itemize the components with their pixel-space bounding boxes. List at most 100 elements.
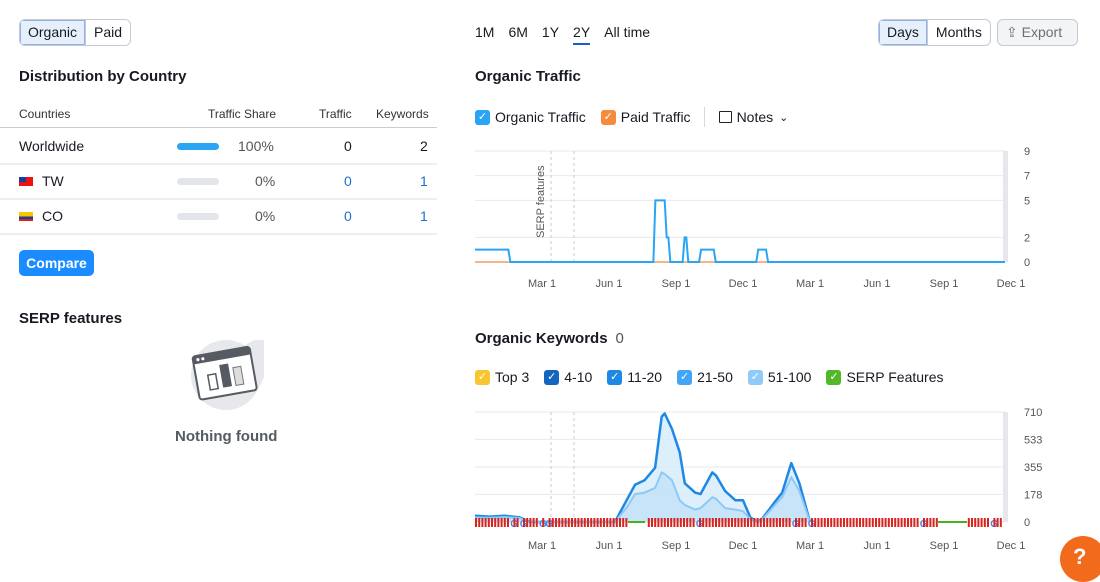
x-tick-label: Mar 1 (528, 540, 556, 552)
serp-feature-marker (833, 518, 836, 527)
serp-feature-marker (699, 518, 701, 527)
serp-feature-marker (865, 518, 868, 527)
serp-feature-marker (843, 518, 845, 527)
serp-feature-marker (532, 518, 535, 527)
serp-feature-marker (615, 518, 618, 527)
serp-feature-marker (868, 518, 871, 527)
serp-feature-marker (590, 518, 593, 527)
serp-feature-marker (593, 518, 596, 527)
serp-feature-marker (823, 518, 826, 527)
serp-feature-marker (916, 518, 919, 527)
serp-feature-marker (574, 518, 577, 527)
serp-feature-marker (516, 518, 519, 527)
serp-feature-marker (657, 518, 660, 527)
serp-feature-marker (500, 518, 503, 527)
serp-feature-marker (731, 518, 733, 527)
serp-feature-marker (708, 518, 711, 527)
serp-feature-marker (724, 518, 727, 527)
serp-feature-marker (692, 518, 695, 527)
serp-feature-marker (974, 518, 977, 527)
serp-feature-marker (884, 518, 887, 527)
serp-feature-marker (727, 518, 730, 527)
serp-feature-marker (785, 518, 788, 527)
serp-feature-marker (855, 518, 858, 527)
serp-feature-marker (673, 518, 676, 527)
serp-feature-marker (503, 518, 506, 527)
serp-feature-marker (923, 518, 925, 527)
serp-feature-marker (548, 518, 551, 527)
x-tick-label: Jun 1 (596, 540, 623, 552)
serp-feature-marker (766, 518, 769, 527)
serp-feature-marker (551, 518, 554, 527)
serp-feature-marker (926, 518, 929, 527)
serp-feature-marker (497, 518, 500, 527)
serp-feature-marker (900, 518, 903, 527)
serp-feature-marker (487, 518, 490, 527)
serp-feature-marker (859, 518, 861, 527)
x-tick-label: Dec 1 (997, 540, 1026, 552)
serp-feature-marker (996, 518, 999, 527)
serp-feature-marker (571, 518, 573, 527)
serp-feature-marker (529, 518, 532, 527)
serp-feature-marker (747, 518, 749, 527)
serp-feature-marker (887, 518, 890, 527)
serp-feature-marker (830, 518, 833, 527)
serp-feature-marker (542, 518, 545, 527)
question-icon: ? (1073, 544, 1087, 569)
serp-feature-marker (971, 518, 973, 527)
serp-feature-marker (849, 518, 852, 527)
serp-feature-marker (663, 518, 666, 527)
serp-feature-marker (798, 518, 801, 527)
serp-feature-marker (481, 518, 484, 527)
serp-feature-marker (603, 518, 605, 527)
serp-feature-marker (788, 518, 791, 527)
serp-feature-marker (871, 518, 874, 527)
serp-feature-marker (836, 518, 839, 527)
serp-feature-marker (660, 518, 663, 527)
organic-keywords-chart: 0 178 355 533 710 Mar 1 Jun 1 Sep 1 Dec 1 Mar 1 Ju… (474, 407, 1042, 552)
serp-feature-marker (647, 518, 650, 527)
serp-feature-marker (491, 518, 493, 527)
serp-feature-marker (891, 518, 893, 527)
serp-feature-marker (775, 518, 778, 527)
serp-feature-marker (606, 518, 609, 527)
serp-feature-marker (987, 518, 989, 527)
serp-feature-marker (811, 518, 813, 527)
serp-feature-marker (619, 518, 621, 527)
serp-feature-marker (759, 518, 762, 527)
serp-feature-marker (683, 518, 685, 527)
serp-feature-marker (769, 518, 772, 527)
serp-feature-marker (715, 518, 717, 527)
serp-feature-marker (526, 518, 529, 527)
chart-scroll-edge (1003, 412, 1008, 522)
serp-feature-marker (875, 518, 877, 527)
serp-feature-marker (689, 518, 692, 527)
serp-feature-marker (599, 518, 602, 527)
serp-feature-marker (583, 518, 586, 527)
serp-feature-marker (750, 518, 753, 527)
serp-feature-marker (705, 518, 708, 527)
serp-feature-marker (846, 518, 849, 527)
y-tick-label: 355 (1024, 462, 1042, 474)
serp-feature-marker (651, 518, 653, 527)
serp-feature-marker (894, 518, 897, 527)
serp-feature-marker (622, 518, 625, 527)
serp-feature-marker (670, 518, 673, 527)
serp-feature-marker (817, 518, 820, 527)
serp-feature-marker (612, 518, 615, 527)
serp-feature-marker (967, 518, 970, 527)
serp-feature-marker (983, 518, 986, 527)
serp-feature-marker (804, 518, 807, 527)
help-button[interactable]: ? (1060, 536, 1100, 582)
serp-feature-marker (907, 518, 909, 527)
serp-feature-marker (977, 518, 980, 527)
serp-feature-marker (587, 518, 589, 527)
serp-feature-marker (609, 518, 612, 527)
serp-feature-marker (679, 518, 682, 527)
serp-feature-marker (734, 518, 737, 527)
serp-feature-marker (999, 518, 1002, 527)
serp-feature-marker (564, 518, 567, 527)
serp-feature-marker (740, 518, 743, 527)
x-tick-label: Dec 1 (729, 540, 758, 552)
serp-feature-marker (507, 518, 509, 527)
